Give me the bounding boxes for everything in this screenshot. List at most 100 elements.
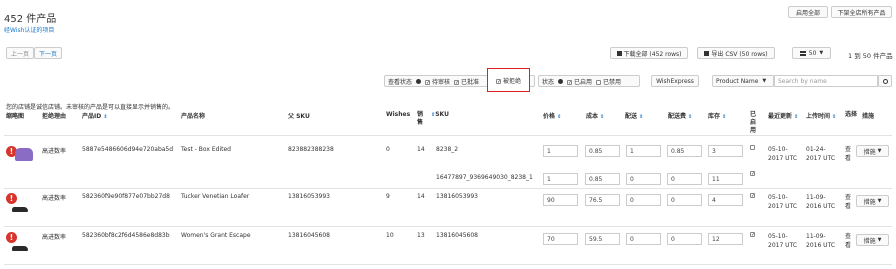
upload-date: 01-24-2017 UTC bbox=[806, 146, 836, 162]
export-csv-button[interactable]: 导出 CSV (50 rows) bbox=[697, 47, 775, 59]
enabled-checkbox[interactable] bbox=[750, 145, 755, 150]
search-icon bbox=[882, 78, 888, 84]
product-id-link[interactable]: 582360f9e90f877e07bb27d8 bbox=[82, 193, 170, 200]
disabled-checkbox[interactable]: 已禁用 bbox=[596, 77, 621, 86]
state-filter: 状态 ✓ 已启用 已禁用 bbox=[538, 75, 640, 87]
col-shipping-fee[interactable]: 配送费 ⇕ bbox=[668, 111, 692, 120]
col-select: 选择 bbox=[845, 111, 858, 118]
enabled-checkbox[interactable]: ✓ 已启用 bbox=[567, 77, 592, 86]
variant-sku: 8238_2 bbox=[436, 146, 459, 153]
col-parent-sku: 父 SKU bbox=[288, 113, 310, 120]
cost-input[interactable]: 76.5 bbox=[585, 194, 620, 206]
delist-all-button[interactable]: 下架全店所有产品 bbox=[831, 6, 892, 18]
enabled-checkbox[interactable]: ✓ bbox=[750, 193, 755, 199]
search-field-select[interactable]: Product Name ▼ bbox=[712, 75, 774, 87]
info-icon bbox=[416, 78, 422, 84]
info-icon bbox=[558, 78, 564, 84]
page-title: 452 件产品 bbox=[4, 14, 57, 25]
product-thumbnail bbox=[12, 207, 28, 212]
col-shipping[interactable]: 配送 ⇕ bbox=[625, 111, 643, 120]
page-range: 1 到 50 件产品 bbox=[848, 52, 893, 60]
col-price[interactable]: 价格 ⇕ bbox=[543, 111, 561, 120]
sales-count: 14 bbox=[417, 146, 425, 153]
price-input[interactable]: 90 bbox=[543, 194, 578, 206]
col-cost[interactable]: 成本 ⇕ bbox=[586, 111, 604, 120]
actions-dropdown[interactable]: 措施 ▼ bbox=[856, 145, 889, 157]
caret-down-icon: ▼ bbox=[819, 50, 824, 56]
upload-date: 11-09-2016 UTC bbox=[806, 233, 836, 249]
product-id-link[interactable]: 5887e5486606d94e720aba5d bbox=[82, 146, 173, 153]
search-input[interactable]: Search by name bbox=[774, 75, 878, 87]
caret-down-icon: ▼ bbox=[877, 237, 882, 243]
inventory-input[interactable]: 12 bbox=[708, 233, 743, 245]
download-all-button[interactable]: 下载全部 (452 rows) bbox=[610, 47, 688, 59]
wishes-count: 0 bbox=[386, 146, 390, 153]
caret-down-icon: ▼ bbox=[877, 148, 882, 154]
actions-dropdown[interactable]: 措施 ▼ bbox=[856, 195, 889, 207]
shipping-input[interactable]: 1 bbox=[626, 145, 661, 157]
cost-input[interactable]: 0.85 bbox=[585, 173, 620, 185]
download-icon bbox=[704, 50, 710, 56]
inventory-input[interactable]: 11 bbox=[708, 173, 743, 185]
reject-reason-link[interactable]: 高进数率 bbox=[42, 146, 66, 155]
reject-reason-link[interactable]: 高进数率 bbox=[42, 232, 66, 241]
col-wishes: Wishes bbox=[386, 111, 411, 118]
actions-dropdown[interactable]: 措施 ▼ bbox=[856, 234, 889, 246]
col-sku[interactable]: ⇕SKU bbox=[431, 111, 449, 118]
col-inventory[interactable]: 库存 ⇕ bbox=[708, 111, 726, 120]
enabled-checkbox[interactable]: ✓ bbox=[750, 171, 755, 177]
view-link[interactable]: 查看 bbox=[845, 193, 852, 211]
sort-icon: ⇕ bbox=[639, 114, 644, 120]
inventory-input[interactable]: 4 bbox=[708, 194, 743, 206]
product-id-link[interactable]: 582360bf8c2f6d4586e8d83b bbox=[82, 232, 170, 239]
view-link[interactable]: 查看 bbox=[845, 232, 852, 250]
col-sales: 销售 bbox=[417, 111, 424, 126]
list-icon bbox=[799, 50, 806, 56]
shipping-input[interactable]: 0 bbox=[626, 173, 661, 185]
shipping-fee-input[interactable]: 0.85 bbox=[667, 145, 702, 157]
enabled-checkbox[interactable]: ✓ bbox=[750, 232, 755, 238]
sort-icon: ⇕ bbox=[794, 114, 799, 120]
wish-verified-link[interactable]: 经Wish认证的项目 bbox=[4, 25, 54, 34]
prev-page-button[interactable]: 上一页 bbox=[6, 47, 34, 59]
rejected-filter-highlight: ✓ 被拒绝 bbox=[487, 68, 530, 92]
product-name: Tucker Venetian Loafer bbox=[181, 193, 250, 200]
rejected-checkbox[interactable]: ✓ 被拒绝 bbox=[495, 76, 521, 85]
parent-sku: 823882388238 bbox=[288, 146, 334, 153]
col-upload-time[interactable]: 上传时间 ⇕ bbox=[806, 111, 836, 120]
price-input[interactable]: 1 bbox=[543, 173, 578, 185]
shipping-input[interactable]: 0 bbox=[626, 233, 661, 245]
shipping-fee-input[interactable]: 0 bbox=[667, 173, 702, 185]
wishexpress-button[interactable]: WishExpress bbox=[651, 75, 699, 87]
view-link[interactable]: 查看 bbox=[845, 145, 852, 163]
col-thumbnail: 缩略图 bbox=[6, 113, 25, 120]
col-product-id[interactable]: 产品ID ⇕ bbox=[82, 111, 108, 120]
approved-checkbox[interactable]: ✓ 已批准 bbox=[454, 77, 479, 86]
col-updated[interactable]: 最近更新 ⇕ bbox=[768, 111, 798, 120]
search-button[interactable] bbox=[878, 75, 892, 87]
warning-icon: ! bbox=[6, 193, 17, 204]
sales-count: 14 bbox=[417, 193, 425, 200]
enable-all-button[interactable]: 启用全部 bbox=[788, 6, 828, 18]
caret-down-icon: ▼ bbox=[762, 78, 767, 84]
pending-checkbox[interactable]: ✓ 待审核 bbox=[425, 77, 450, 86]
shipping-fee-input[interactable]: 0 bbox=[667, 233, 702, 245]
shipping-fee-input[interactable]: 0 bbox=[667, 194, 702, 206]
upload-date: 11-09-2016 UTC bbox=[806, 194, 836, 210]
cost-input[interactable]: 59.5 bbox=[585, 233, 620, 245]
col-product-name: 产品名称 bbox=[181, 113, 206, 120]
cost-input[interactable]: 0.85 bbox=[585, 145, 620, 157]
updated-date: 05-10-2017 UTC bbox=[768, 233, 798, 249]
inventory-input[interactable]: 3 bbox=[708, 145, 743, 157]
col-enabled: 已启用 bbox=[750, 111, 757, 134]
reject-reason-link[interactable]: 高进数率 bbox=[42, 193, 66, 202]
price-input[interactable]: 70 bbox=[543, 233, 578, 245]
col-actions: 措施 bbox=[862, 113, 875, 120]
sort-icon: ⇕ bbox=[103, 114, 108, 120]
price-input[interactable]: 1 bbox=[543, 145, 578, 157]
page-size-select[interactable]: 50 ▼ bbox=[792, 47, 831, 59]
caret-down-icon: ▼ bbox=[877, 198, 882, 204]
sort-icon: ⇕ bbox=[600, 114, 605, 120]
next-page-button[interactable]: 下一页 bbox=[34, 47, 62, 59]
shipping-input[interactable]: 0 bbox=[626, 194, 661, 206]
